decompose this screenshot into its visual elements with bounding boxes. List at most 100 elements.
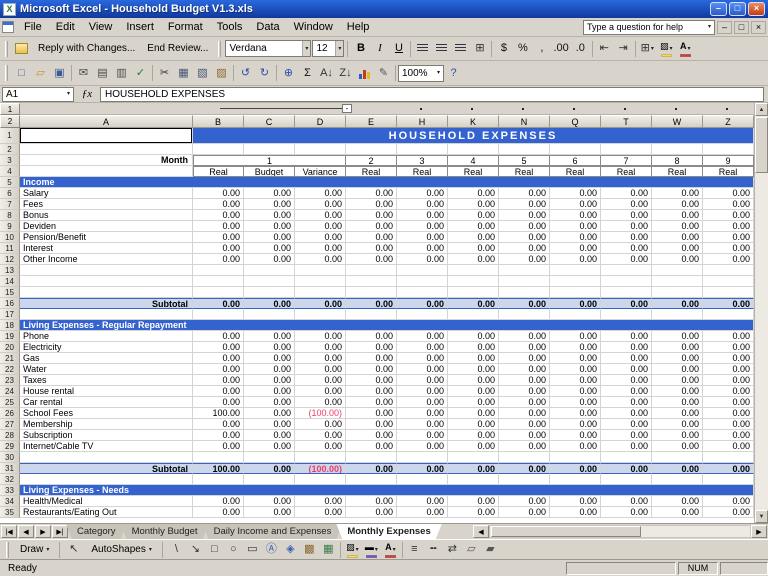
- value-cell[interactable]: 0.00: [550, 243, 601, 254]
- cell[interactable]: [397, 287, 448, 298]
- value-cell[interactable]: 0.00: [193, 221, 244, 232]
- value-cell[interactable]: 0.00: [244, 430, 295, 441]
- toolbar-grip[interactable]: [218, 40, 222, 57]
- value-cell[interactable]: 0.00: [499, 232, 550, 243]
- cell[interactable]: [295, 144, 346, 155]
- value-cell[interactable]: 0.00: [244, 419, 295, 430]
- value-cell[interactable]: 0.00: [703, 386, 754, 397]
- value-cell[interactable]: 0.00: [346, 430, 397, 441]
- value-cell[interactable]: 0.00: [244, 353, 295, 364]
- column-subheader-cell[interactable]: Real: [397, 166, 448, 177]
- value-cell[interactable]: 0.00: [601, 441, 652, 452]
- value-cell[interactable]: 0.00: [703, 364, 754, 375]
- cell[interactable]: [193, 287, 244, 298]
- value-cell[interactable]: (100.00): [295, 408, 346, 419]
- value-cell[interactable]: 0.00: [295, 397, 346, 408]
- autosum-icon[interactable]: Σ: [298, 64, 317, 82]
- sheet-tab-daily-income-and-expenses[interactable]: Daily Income and Expenses: [203, 524, 343, 539]
- value-cell[interactable]: 0.00: [550, 496, 601, 507]
- subtotal-value-cell[interactable]: 0.00: [448, 298, 499, 309]
- value-cell[interactable]: 0.00: [652, 375, 703, 386]
- font-name-combo[interactable]: Verdana ▾: [225, 40, 312, 57]
- value-cell[interactable]: 0.00: [244, 331, 295, 342]
- fill-color-icon[interactable]: ▨ ▾: [657, 40, 676, 58]
- row-label-cell[interactable]: Other Income: [20, 254, 193, 265]
- outline-level-1-button[interactable]: 1: [0, 103, 20, 115]
- value-cell[interactable]: 0.00: [193, 419, 244, 430]
- value-cell[interactable]: 0.00: [550, 331, 601, 342]
- value-cell[interactable]: 0.00: [652, 199, 703, 210]
- value-cell[interactable]: 0.00: [397, 441, 448, 452]
- value-cell[interactable]: 0.00: [601, 397, 652, 408]
- diagram-icon[interactable]: ◈: [281, 541, 300, 559]
- cell[interactable]: [193, 265, 244, 276]
- cell[interactable]: [397, 276, 448, 287]
- cell[interactable]: [193, 276, 244, 287]
- value-cell[interactable]: 0.00: [397, 331, 448, 342]
- cell[interactable]: [20, 452, 193, 463]
- subtotal-value-cell[interactable]: 0.00: [244, 463, 295, 474]
- value-cell[interactable]: 100.00: [193, 408, 244, 419]
- row-label-cell[interactable]: Health/Medical: [20, 496, 193, 507]
- italic-icon[interactable]: I: [370, 40, 389, 58]
- cell[interactable]: [295, 287, 346, 298]
- value-cell[interactable]: 0.00: [703, 199, 754, 210]
- value-cell[interactable]: 0.00: [652, 507, 703, 518]
- value-cell[interactable]: 0.00: [397, 353, 448, 364]
- scroll-down-icon[interactable]: ▼: [755, 510, 768, 523]
- cell[interactable]: [703, 144, 754, 155]
- value-cell[interactable]: 0.00: [652, 397, 703, 408]
- subtotal-label-cell[interactable]: Subtotal: [20, 463, 193, 474]
- value-cell[interactable]: 0.00: [703, 232, 754, 243]
- row-header-11[interactable]: 11: [0, 243, 20, 254]
- value-cell[interactable]: 0.00: [448, 430, 499, 441]
- value-cell[interactable]: 0.00: [346, 353, 397, 364]
- value-cell[interactable]: 0.00: [346, 210, 397, 221]
- value-cell[interactable]: 0.00: [244, 408, 295, 419]
- menu-help[interactable]: Help: [340, 20, 377, 34]
- value-cell[interactable]: 0.00: [652, 441, 703, 452]
- select-objects-icon[interactable]: ↖: [64, 541, 83, 559]
- value-cell[interactable]: 0.00: [448, 188, 499, 199]
- value-cell[interactable]: 0.00: [601, 331, 652, 342]
- value-cell[interactable]: 0.00: [346, 386, 397, 397]
- row-label-cell[interactable]: Deviden: [20, 221, 193, 232]
- cell[interactable]: [346, 452, 397, 463]
- decrease-indent-icon[interactable]: ⇤: [595, 40, 614, 58]
- end-review-button[interactable]: End Review...: [141, 41, 214, 56]
- first-sheet-icon[interactable]: |◀: [1, 525, 17, 538]
- column-subheader-cell[interactable]: Real: [703, 166, 754, 177]
- value-cell[interactable]: 0.00: [193, 353, 244, 364]
- decrease-decimal-icon[interactable]: .0: [571, 40, 590, 58]
- row-label-cell[interactable]: Bonus: [20, 210, 193, 221]
- month-number-cell[interactable]: 8: [652, 155, 703, 166]
- cell[interactable]: [193, 452, 244, 463]
- arrow-style-icon[interactable]: ⇄: [443, 541, 462, 559]
- value-cell[interactable]: 0.00: [652, 254, 703, 265]
- cell[interactable]: [20, 144, 193, 155]
- month-number-cell[interactable]: 1: [193, 155, 346, 166]
- value-cell[interactable]: 0.00: [703, 375, 754, 386]
- cut-icon[interactable]: ✂: [155, 64, 174, 82]
- horizontal-scroll-thumb[interactable]: [491, 526, 641, 537]
- title-bar[interactable]: X Microsoft Excel - Household Budget V1.…: [0, 0, 768, 18]
- column-header-K[interactable]: K: [448, 115, 499, 128]
- row-header-31[interactable]: 31: [0, 463, 20, 474]
- dropdown-arrow-icon[interactable]: ▾: [335, 41, 344, 56]
- print-icon[interactable]: ▤: [93, 64, 112, 82]
- row-header-35[interactable]: 35: [0, 507, 20, 518]
- font-size-combo[interactable]: 12 ▾: [312, 40, 345, 57]
- align-left-icon[interactable]: [413, 40, 432, 58]
- value-cell[interactable]: 0.00: [193, 364, 244, 375]
- value-cell[interactable]: 0.00: [346, 441, 397, 452]
- row-header-32[interactable]: 32: [0, 474, 20, 485]
- vertical-scroll-thumb[interactable]: [755, 117, 768, 173]
- value-cell[interactable]: 0.00: [652, 342, 703, 353]
- merge-and-center-icon[interactable]: ⊞: [470, 40, 489, 58]
- cell[interactable]: [703, 287, 754, 298]
- cell[interactable]: [550, 265, 601, 276]
- row-header-13[interactable]: 13: [0, 265, 20, 276]
- value-cell[interactable]: 0.00: [448, 210, 499, 221]
- value-cell[interactable]: 0.00: [448, 254, 499, 265]
- subtotal-value-cell[interactable]: 0.00: [652, 463, 703, 474]
